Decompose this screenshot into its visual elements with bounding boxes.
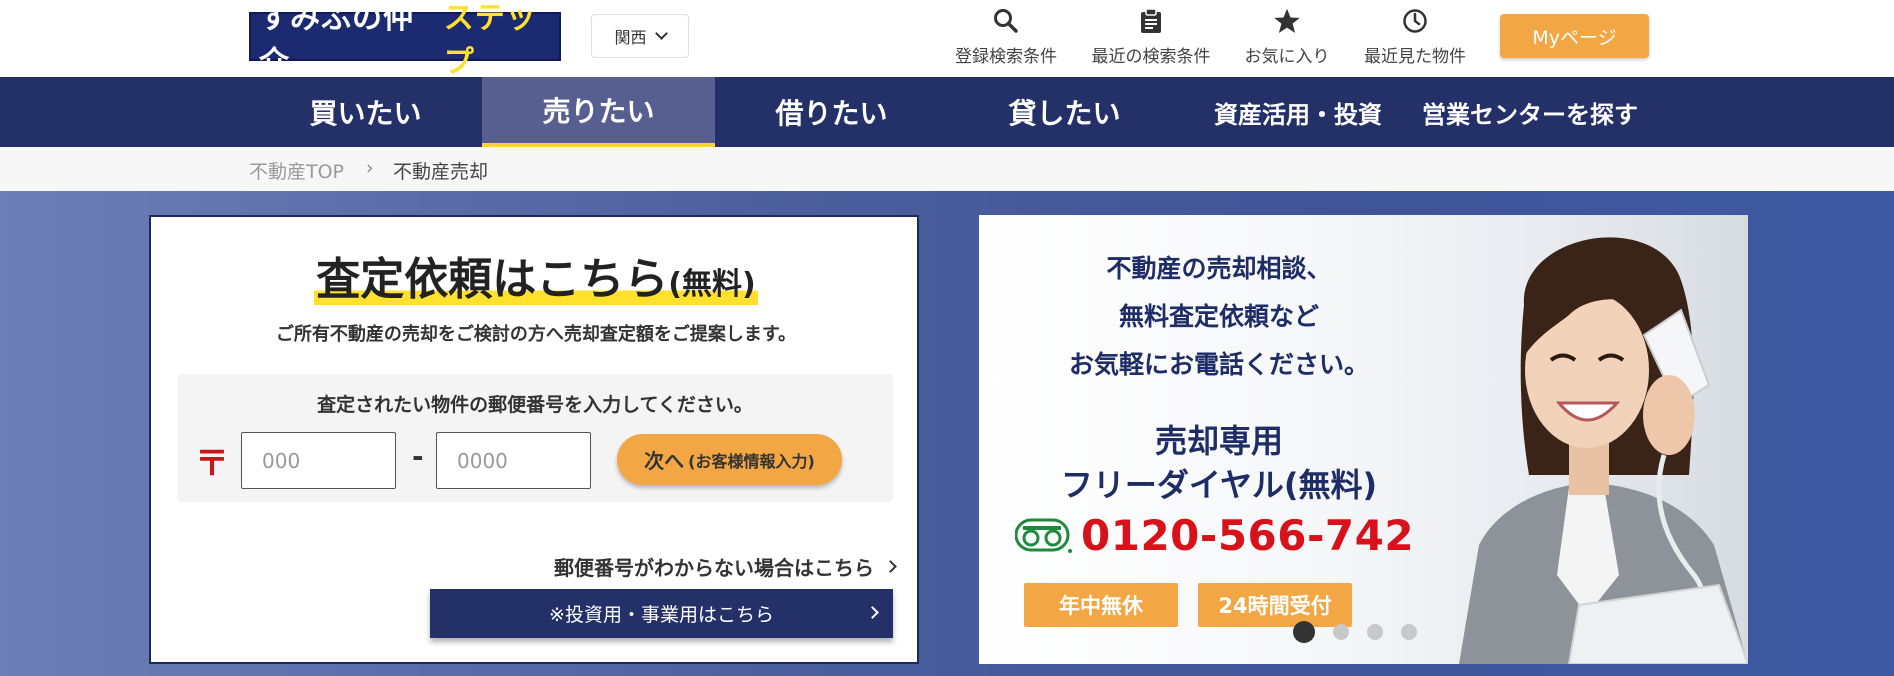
- header-nav-label: 登録検索条件: [955, 47, 1057, 67]
- nav-tab-buy[interactable]: 買いたい: [249, 77, 482, 147]
- search-icon: [991, 6, 1021, 36]
- next-button-sublabel: (お客様情報入力): [688, 451, 815, 471]
- nav-tab-lease[interactable]: 貸したい: [948, 77, 1181, 147]
- breadcrumb-separator: ›: [366, 157, 374, 179]
- breadcrumb: 不動産TOP › 不動産売却: [0, 147, 1894, 191]
- banner-heading-line2: フリーダイヤル(無料): [1060, 466, 1378, 504]
- header-nav-recent-search[interactable]: 最近の検索条件: [1086, 6, 1216, 67]
- zip-first-input[interactable]: [241, 432, 396, 489]
- clipboard-icon: [1136, 6, 1166, 36]
- header-nav-favorites[interactable]: お気に入り: [1222, 6, 1352, 67]
- region-selector[interactable]: 関西: [591, 14, 689, 58]
- header-nav-label: 最近見た物件: [1364, 47, 1466, 67]
- banner-message-line: 無料査定依頼など: [1118, 302, 1319, 331]
- mypage-button[interactable]: Myページ: [1500, 14, 1649, 58]
- clock-icon: [1400, 6, 1430, 36]
- freedial-number[interactable]: 0120-566-742: [1015, 511, 1414, 560]
- woman-on-phone-image: [1419, 215, 1748, 664]
- investment-button-label: ※投資用・事業用はこちら: [549, 604, 774, 626]
- breadcrumb-current: 不動産売却: [393, 161, 489, 183]
- star-icon: [1272, 6, 1302, 36]
- unknown-zip-label: 郵便番号がわからない場合はこちら: [554, 556, 874, 580]
- region-label: 関西: [614, 28, 647, 47]
- header-nav-label: 最近の検索条件: [1091, 47, 1211, 67]
- open-all-year-badge: 年中無休: [1024, 583, 1178, 627]
- carousel-indicators: [1293, 621, 1417, 643]
- header-nav-recently-viewed[interactable]: 最近見た物件: [1350, 6, 1480, 67]
- carousel-dot-1[interactable]: [1293, 621, 1315, 643]
- nav-tab-find-center[interactable]: 営業センターを探す: [1410, 77, 1650, 147]
- main-navigation: 買いたい 売りたい 借りたい 貸したい 資産活用・投資 営業センターを探す: [0, 77, 1894, 147]
- header-nav-label: お気に入り: [1244, 47, 1330, 67]
- logo-text-main: すみふの仲介: [259, 0, 414, 80]
- chevron-right-icon: [866, 606, 879, 619]
- freedial-icon: [1015, 518, 1072, 553]
- form-subtitle: ご所有不動産の売却をご検討の方へ売却査定額をご提案します。: [275, 324, 797, 345]
- logo-text-step: ステップ: [443, 0, 537, 80]
- site-logo[interactable]: すみふの仲介 ステップ: [249, 1, 561, 80]
- banner-message-line: お気軽にお電話ください。: [1068, 350, 1369, 379]
- unknown-zip-link[interactable]: 郵便番号がわからない場合はこちら: [554, 552, 897, 581]
- zip-second-input[interactable]: [436, 432, 591, 489]
- phone-number: 0120-566-742: [1081, 511, 1415, 560]
- form-title-free: (無料): [668, 267, 756, 302]
- phone-consultation-banner[interactable]: 不動産の売却相談、 無料査定依頼など お気軽にお電話ください。 売却専用 フリー…: [979, 215, 1748, 664]
- chevron-right-icon: [884, 560, 897, 573]
- carousel-dot-4[interactable]: [1401, 624, 1417, 640]
- site-header: すみふの仲介 ステップ 関西 登録検索条件 最近の検索条件 お気に入り 最近見た…: [0, 0, 1894, 80]
- nav-tab-sell[interactable]: 売りたい: [482, 77, 715, 147]
- appraisal-form-card: 査定依頼はこちら(無料) ご所有不動産の売却をご検討の方へ売却査定額をご提案しま…: [149, 215, 919, 664]
- zip-dash: -: [412, 440, 424, 473]
- next-button-label: 次へ: [644, 449, 685, 473]
- banner-message: 不動産の売却相談、 無料査定依頼など お気軽にお電話ください。: [1019, 245, 1419, 389]
- carousel-dot-3[interactable]: [1367, 624, 1383, 640]
- postal-mark-icon: 〒: [195, 444, 229, 484]
- banner-message-line: 不動産の売却相談、: [1106, 254, 1332, 283]
- chevron-down-icon: [654, 27, 668, 40]
- header-nav-saved-search[interactable]: 登録検索条件: [941, 6, 1071, 67]
- banner-heading: 売却専用 フリーダイヤル(無料): [999, 419, 1439, 507]
- investment-property-button[interactable]: ※投資用・事業用はこちら: [430, 589, 893, 638]
- zip-prompt: 査定されたい物件の郵便番号を入力してください。: [317, 394, 753, 416]
- breadcrumb-home-link[interactable]: 不動産TOP: [249, 157, 344, 184]
- nav-tab-rent[interactable]: 借りたい: [715, 77, 948, 147]
- zip-entry-box: 査定されたい物件の郵便番号を入力してください。 〒 - 次へ (お客様情報入力): [177, 374, 893, 502]
- form-title-text: 査定依頼はこちら: [316, 254, 669, 305]
- banner-heading-line1: 売却専用: [1154, 422, 1283, 460]
- form-title: 査定依頼はこちら(無料): [151, 243, 921, 307]
- carousel-dot-2[interactable]: [1333, 624, 1349, 640]
- nav-tab-invest[interactable]: 資産活用・投資: [1198, 77, 1398, 147]
- next-button[interactable]: 次へ (お客様情報入力): [617, 434, 842, 485]
